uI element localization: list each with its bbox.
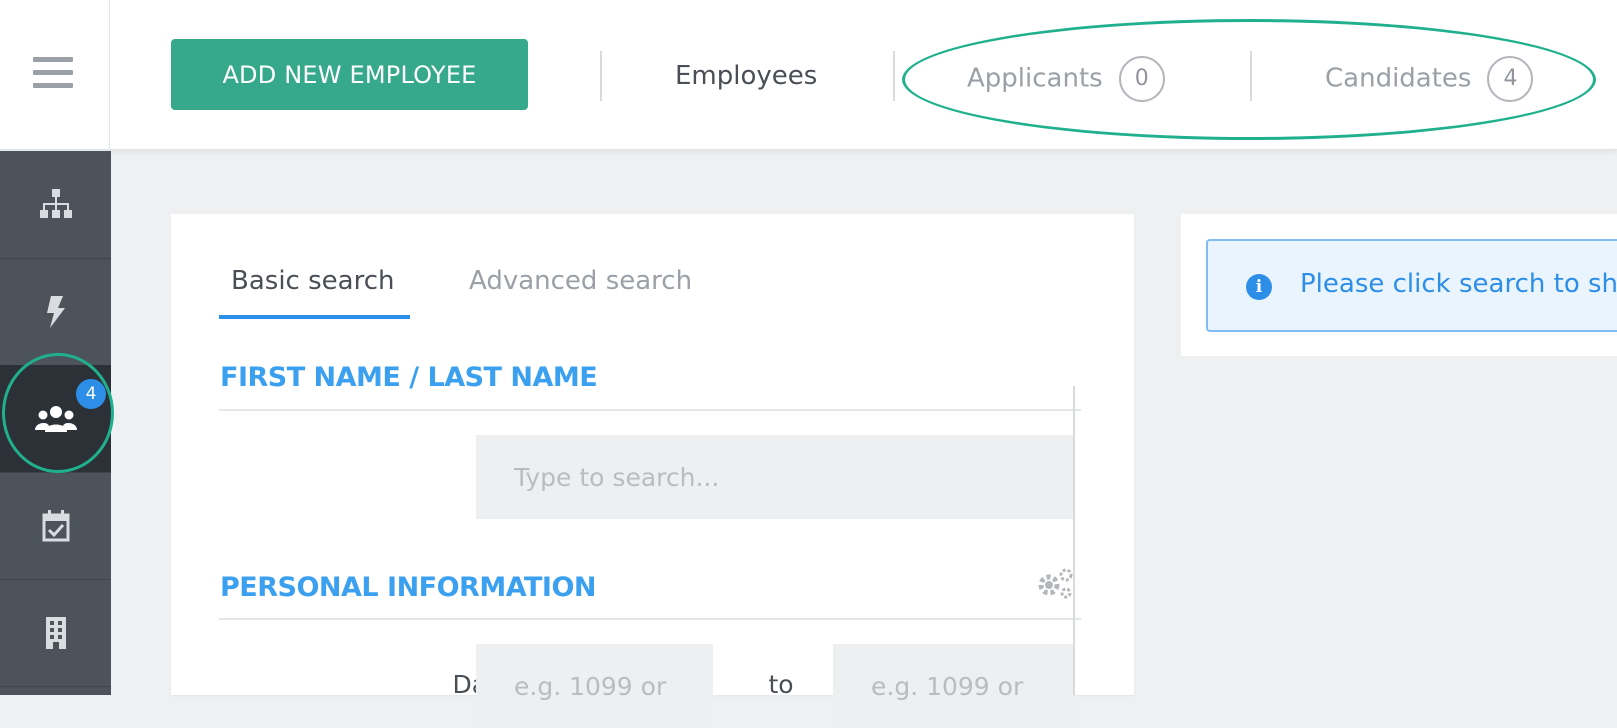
nav-applicants[interactable]: Applicants 0 bbox=[967, 56, 1165, 102]
dob-to-input[interactable] bbox=[833, 644, 1074, 728]
nav-candidates-label: Candidates bbox=[1325, 63, 1472, 94]
sidebar-item-company[interactable] bbox=[0, 579, 111, 687]
dob-from-input[interactable] bbox=[476, 644, 713, 728]
section-divider bbox=[219, 409, 1081, 411]
top-bar: ADD NEW EMPLOYEE Employees Applicants 0 C… bbox=[0, 0, 1617, 150]
section-title-name: FIRST NAME / LAST NAME bbox=[220, 362, 598, 393]
nav-separator bbox=[893, 51, 895, 101]
name-search-input[interactable] bbox=[476, 435, 1074, 519]
nav-employees[interactable]: Employees bbox=[675, 56, 817, 96]
lightning-icon bbox=[46, 295, 65, 328]
results-panel: i Please click search to sh bbox=[1181, 214, 1617, 356]
people-notification-badge: 4 bbox=[76, 379, 106, 409]
tab-basic-search[interactable]: Basic search bbox=[231, 266, 394, 312]
search-card: Basic search Advanced search FIRST NAME … bbox=[171, 214, 1134, 728]
users-icon bbox=[34, 405, 77, 432]
section-title-personal: PERSONAL INFORMATION bbox=[220, 572, 597, 603]
sidebar-item-activity[interactable] bbox=[0, 258, 111, 366]
nav-separator bbox=[1250, 51, 1252, 101]
calendar-check-icon bbox=[42, 509, 69, 541]
add-new-employee-button[interactable]: ADD NEW EMPLOYEE bbox=[171, 39, 528, 110]
sidebar-item-people[interactable]: 4 bbox=[0, 353, 114, 473]
menu-toggle-cell bbox=[0, 0, 110, 149]
sidebar: 4 bbox=[0, 151, 114, 695]
info-icon: i bbox=[1246, 274, 1272, 300]
candidates-count-badge: 4 bbox=[1487, 56, 1534, 102]
scroll-divider bbox=[1073, 386, 1075, 695]
applicants-count-badge: 0 bbox=[1118, 56, 1165, 102]
active-tab-indicator bbox=[219, 315, 410, 319]
sidebar-item-org-chart[interactable] bbox=[0, 151, 111, 259]
nav-separator bbox=[600, 51, 602, 101]
nav-candidates[interactable]: Candidates 4 bbox=[1325, 56, 1534, 102]
section-divider bbox=[219, 618, 1081, 620]
nav-applicants-label: Applicants bbox=[967, 63, 1103, 94]
tab-advanced-search[interactable]: Advanced search bbox=[469, 266, 692, 312]
building-icon bbox=[45, 616, 66, 649]
sidebar-item-calendar[interactable] bbox=[0, 472, 111, 580]
org-chart-icon bbox=[39, 188, 72, 218]
info-message: Please click search to sh bbox=[1300, 269, 1617, 299]
info-alert: i Please click search to sh bbox=[1206, 239, 1617, 332]
hamburger-menu-icon[interactable] bbox=[33, 57, 73, 91]
settings-gears-icon[interactable] bbox=[1035, 566, 1075, 600]
